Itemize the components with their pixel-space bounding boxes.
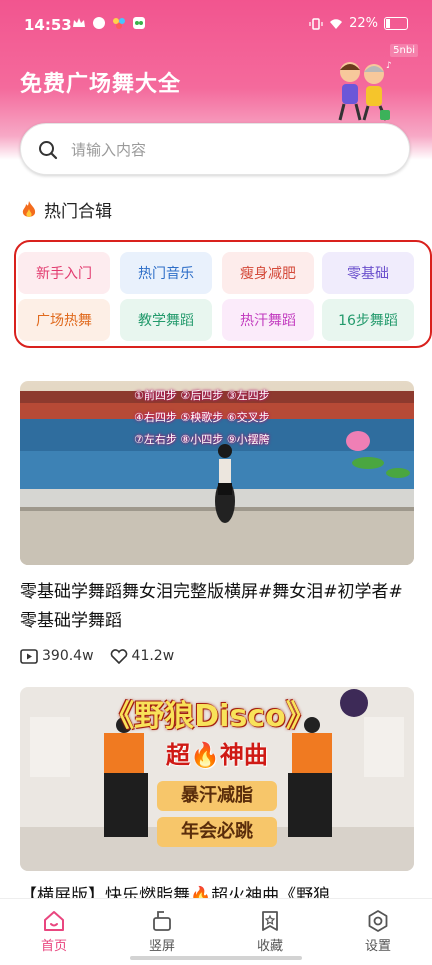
category-chip[interactable]: 广场热舞	[18, 299, 110, 341]
dancing-couple-icon: ♪	[338, 61, 392, 121]
battery-icon	[384, 17, 408, 30]
nav-label: 设置	[364, 939, 391, 954]
fire-icon	[22, 200, 36, 217]
nav-settings[interactable]: 设置	[348, 909, 408, 954]
crown-icon	[73, 18, 85, 27]
home-icon	[44, 911, 64, 931]
heart-icon	[110, 648, 127, 664]
status-time: 14:53	[24, 16, 72, 34]
settings-icon	[368, 910, 388, 932]
category-chip[interactable]: 零基础	[322, 252, 414, 294]
nav-label: 竖屏	[148, 939, 175, 954]
app-notification-icon	[93, 17, 105, 29]
video-badge: 暴汗减脂	[157, 781, 277, 811]
video-badge: 年会必跳	[157, 817, 277, 847]
category-chip[interactable]: 热门音乐	[120, 252, 212, 294]
corner-tag: 5nbi	[390, 44, 418, 57]
status-right: 22%	[309, 16, 408, 31]
overlay-line: ①前四步 ②后四步 ③左四步	[134, 389, 270, 402]
video-subtitle: 超🔥神曲	[166, 741, 268, 769]
favorite-icon	[262, 911, 278, 931]
category-chip[interactable]: 16步舞蹈	[322, 299, 414, 341]
overlay-line: ④右四步 ⑤秧歌步 ⑥交叉步	[134, 411, 270, 424]
play-count: 390.4w	[42, 648, 94, 664]
like-count: 41.2w	[131, 648, 175, 664]
section-title: 热门合辑	[44, 202, 112, 222]
bottom-navigation: 首页 竖屏 收藏 设置	[0, 898, 432, 965]
wifi-icon	[330, 18, 343, 29]
video-thumbnail[interactable]: 《野狼Disco》 超🔥神曲 暴汗减脂 年会必跳	[20, 687, 414, 871]
app-title: 免费广场舞大全	[20, 72, 182, 97]
nav-vertical[interactable]: 竖屏	[132, 909, 192, 954]
search-bar[interactable]	[20, 123, 410, 175]
category-chip[interactable]: 教学舞蹈	[120, 299, 212, 341]
video-banner: 《野狼Disco》	[104, 699, 316, 734]
home-indicator	[130, 956, 302, 960]
overlay-line: ⑦左右步 ⑧小四步 ⑨小摆胯	[134, 433, 270, 446]
category-chip[interactable]: 热汗舞蹈	[222, 299, 314, 341]
nav-favorites[interactable]: 收藏	[240, 909, 300, 954]
wechat-icon	[133, 17, 145, 29]
nav-label: 收藏	[256, 939, 283, 954]
nav-label: 首页	[40, 939, 67, 954]
search-input[interactable]	[69, 136, 393, 164]
vibrate-icon	[309, 17, 323, 30]
video-step-overlay: ①前四步 ②后四步 ③左四步 ④右四步 ⑤秧歌步 ⑥交叉步 ⑦左右步 ⑧小四步 …	[134, 385, 314, 451]
category-chip[interactable]: 瘦身减肥	[222, 252, 314, 294]
notification-icons	[72, 16, 146, 30]
battery-percent: 22%	[349, 16, 378, 31]
nav-home[interactable]: 首页	[24, 909, 84, 954]
video-thumbnail[interactable]: ①前四步 ②后四步 ③左四步 ④右四步 ⑤秧歌步 ⑥交叉步 ⑦左右步 ⑧小四步 …	[20, 381, 414, 565]
video-title[interactable]: 零基础学舞蹈舞女泪完整版横屏#舞女泪#初学者#零基础学舞蹈	[20, 578, 414, 636]
color-app-icon	[113, 18, 125, 29]
svg-text:♪: ♪	[386, 61, 392, 71]
video-stats: 390.4w 41.2w	[20, 648, 174, 664]
search-icon	[39, 141, 58, 160]
play-count-icon	[20, 648, 38, 664]
video-title[interactable]: 【横屏版】快乐燃脂舞🔥超火神曲《野狼	[20, 882, 414, 898]
vertical-screen-icon	[153, 911, 171, 931]
status-bar: 14:53 22%	[0, 0, 432, 46]
category-chip[interactable]: 新手入门	[18, 252, 110, 294]
hot-collection-heading: 热门合辑	[20, 197, 112, 222]
